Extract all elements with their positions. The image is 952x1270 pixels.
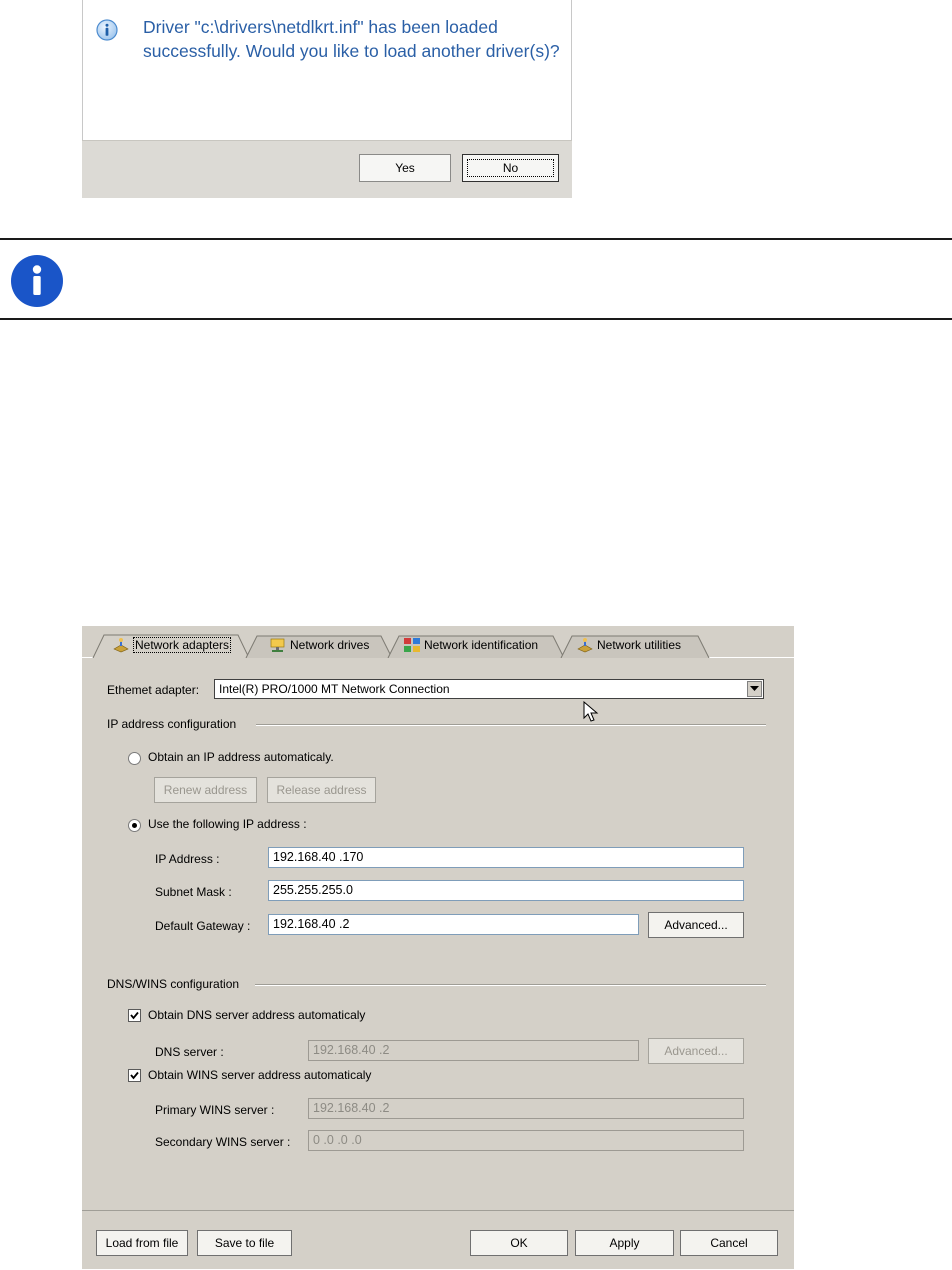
mouse-pointer-icon: [583, 701, 599, 722]
dns-group-label: DNS/WINS configuration: [107, 977, 240, 991]
load-from-file-button[interactable]: Load from file: [96, 1230, 188, 1256]
dns-group-line: [255, 984, 766, 986]
renew-label: Renew address: [163, 783, 248, 797]
obtain-ip-label: Obtain an IP address automaticaly.: [148, 750, 334, 764]
advanced-label: Advanced...: [664, 918, 728, 932]
info-icon: [11, 255, 63, 307]
dialog-body: Driver "c:\drivers\netdlkrt.inf" has bee…: [82, 0, 572, 140]
default-gateway-label: Default Gateway :: [155, 919, 251, 933]
tab-label: Network adapters: [133, 637, 232, 653]
release-address-button[interactable]: Release address: [267, 777, 376, 803]
tab-label: Network drives: [290, 638, 370, 652]
advanced-label: Advanced...: [664, 1044, 728, 1058]
checkmark-icon: [130, 1011, 139, 1020]
tab-network-adapters[interactable]: Network adapters: [92, 634, 250, 658]
obtain-wins-checkbox[interactable]: [128, 1069, 141, 1082]
adapter-value: Intel(R) PRO/1000 MT Network Connection: [219, 682, 450, 696]
tab-label: Network utilities: [597, 638, 682, 652]
subnet-mask-label: Subnet Mask :: [155, 885, 232, 899]
cancel-button[interactable]: Cancel: [680, 1230, 778, 1256]
obtain-ip-radio[interactable]: [128, 752, 141, 765]
no-label: No: [467, 159, 554, 177]
dns-server-label: DNS server :: [155, 1045, 224, 1059]
default-gateway-field[interactable]: 192.168.40 .2: [268, 914, 639, 935]
load-label: Load from file: [105, 1236, 179, 1250]
note-top-rule: [0, 238, 952, 240]
ip-address-label: IP Address :: [155, 852, 220, 866]
dropdown-arrow-icon[interactable]: [747, 681, 762, 697]
dialog-button-bar: Yes No: [82, 140, 572, 198]
ok-label: OK: [510, 1236, 528, 1250]
dns-server-field[interactable]: 192.168.40 .2: [308, 1040, 639, 1061]
release-label: Release address: [276, 783, 367, 797]
obtain-dns-label: Obtain DNS server address automaticaly: [148, 1008, 366, 1022]
tab-network-identification[interactable]: Network identification: [387, 634, 565, 658]
use-following-ip-radio[interactable]: [128, 819, 141, 832]
save-to-file-button[interactable]: Save to file: [197, 1230, 292, 1256]
renew-address-button[interactable]: Renew address: [154, 777, 257, 803]
network-utilities-icon: [576, 637, 594, 653]
subnet-mask-field[interactable]: 255.255.255.0: [268, 880, 744, 901]
ip-group-line: [256, 724, 766, 726]
use-following-ip-label: Use the following IP address :: [148, 817, 307, 831]
apply-button[interactable]: Apply: [575, 1230, 674, 1256]
driver-loaded-dialog: Driver "c:\drivers\netdlkrt.inf" has bee…: [82, 0, 572, 198]
ok-button[interactable]: OK: [470, 1230, 568, 1256]
primary-wins-label: Primary WINS server :: [155, 1103, 275, 1117]
obtain-dns-checkbox[interactable]: [128, 1009, 141, 1022]
save-label: Save to file: [214, 1236, 275, 1250]
dialog-message: Driver "c:\drivers\netdlkrt.inf" has bee…: [143, 17, 560, 61]
secondary-wins-label: Secondary WINS server :: [155, 1135, 291, 1149]
tab-label: Network identification: [424, 638, 539, 652]
yes-label: Yes: [395, 161, 415, 175]
note-bottom-rule: [0, 318, 952, 320]
ip-group-label: IP address configuration: [107, 717, 237, 731]
tab-network-utilities[interactable]: Network utilities: [560, 634, 710, 658]
primary-wins-field[interactable]: 192.168.40 .2: [308, 1098, 744, 1119]
dns-advanced-button[interactable]: Advanced...: [648, 1038, 744, 1064]
checkmark-icon: [130, 1071, 139, 1080]
network-adapters-icon: [112, 637, 130, 653]
info-icon: [96, 19, 118, 41]
network-drives-icon: [269, 637, 287, 653]
network-config-dialog: Network adapters Network drives Network …: [82, 626, 794, 1269]
adapter-select[interactable]: Intel(R) PRO/1000 MT Network Connection: [214, 679, 764, 699]
ip-address-field[interactable]: 192.168.40 .170: [268, 847, 744, 868]
apply-label: Apply: [609, 1236, 640, 1250]
cancel-label: Cancel: [710, 1236, 748, 1250]
tab-network-drives[interactable]: Network drives: [245, 634, 393, 658]
yes-button[interactable]: Yes: [359, 154, 451, 182]
adapter-label: Ethemet adapter:: [107, 683, 200, 697]
no-button[interactable]: No: [462, 154, 559, 182]
obtain-wins-label: Obtain WINS server address automaticaly: [148, 1068, 372, 1082]
gateway-advanced-button[interactable]: Advanced...: [648, 912, 744, 938]
secondary-wins-field[interactable]: 0 .0 .0 .0: [308, 1130, 744, 1151]
network-identification-icon: [403, 637, 421, 653]
